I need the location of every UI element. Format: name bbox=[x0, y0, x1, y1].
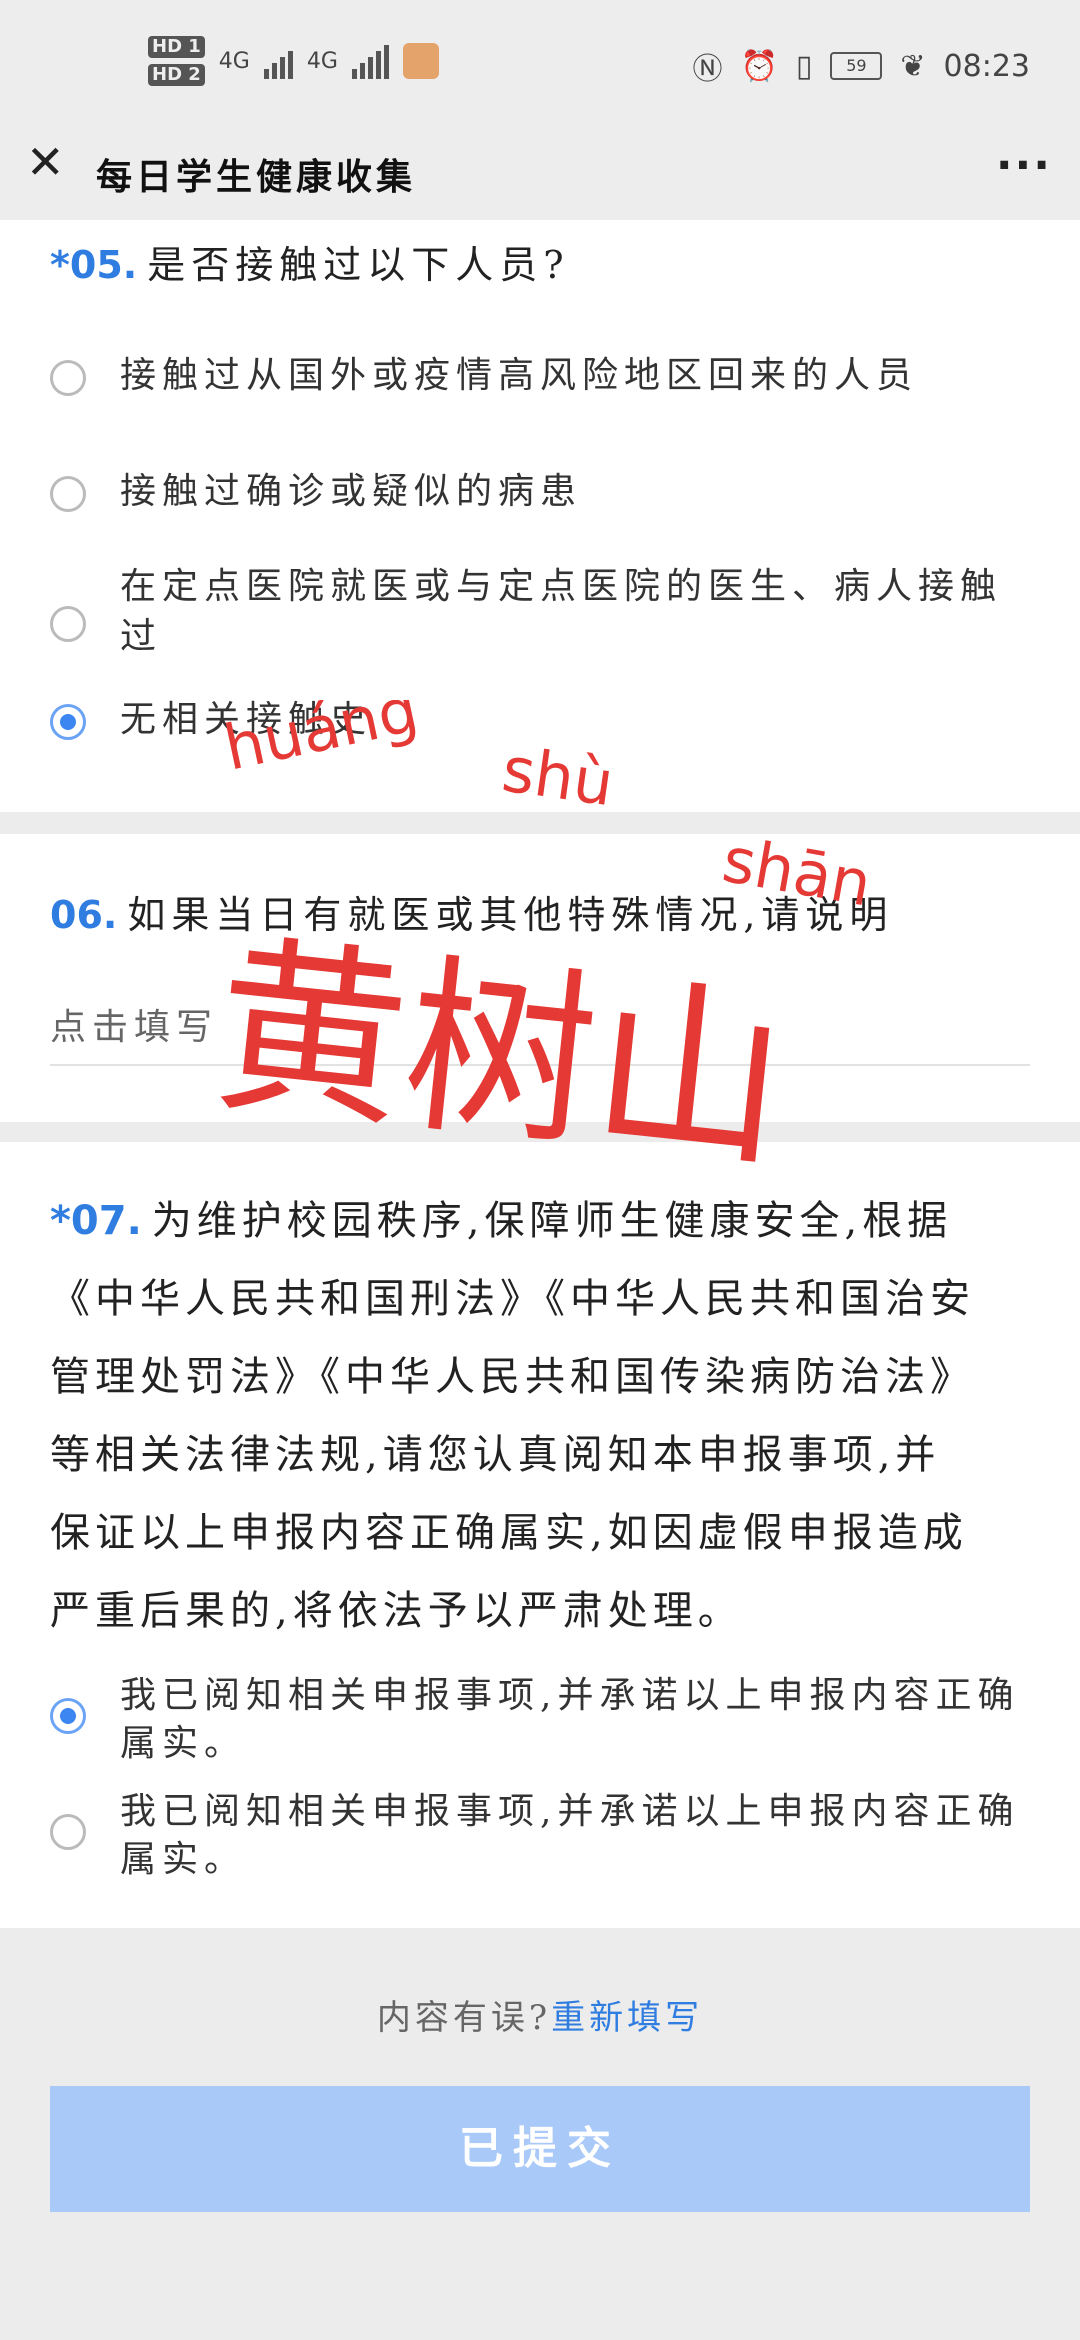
question-07-number: *07. bbox=[50, 1198, 142, 1244]
statement-line-1: *07. 为维护校园秩序,保障师生健康安全,根据 bbox=[50, 1182, 1040, 1260]
hd2-badge: HD 2 bbox=[148, 64, 205, 86]
statement-line-1-text: 为维护校园秩序,保障师生健康安全,根据 bbox=[151, 1198, 953, 1244]
more-options-icon[interactable]: ··· bbox=[996, 140, 1052, 191]
q05-option-3[interactable]: 在定点医院就医或与定点医院的医生、病人接触过 bbox=[50, 562, 1040, 662]
q06-input[interactable]: 点击填写 bbox=[50, 998, 1030, 1066]
q05-option-3-label: 在定点医院就医或与定点医院的医生、病人接触过 bbox=[120, 566, 1003, 657]
network-label-1: 4G bbox=[218, 48, 250, 74]
q07-option-1-label: 我已阅知相关申报事项,并承诺以上申报内容正确属实。 bbox=[120, 1675, 1020, 1764]
network-label-2: 4G bbox=[306, 48, 338, 74]
radio-button[interactable] bbox=[50, 360, 86, 396]
signal-icon-2 bbox=[351, 43, 389, 79]
status-right: Ⓝ ⏰ ▯ 59 ❦ 08:23 bbox=[693, 44, 1030, 88]
question-05-title: *05. 是否接触过以下人员? bbox=[50, 234, 570, 289]
q05-option-2[interactable]: 接触过确诊或疑似的病患 bbox=[50, 468, 1040, 516]
statement-line-4: 等相关法律法规,请您认真阅知本申报事项,并 bbox=[50, 1432, 941, 1478]
q05-option-4[interactable]: 无相关接触史 bbox=[50, 696, 1040, 744]
radio-button[interactable] bbox=[50, 1814, 86, 1850]
statement-line-5: 保证以上申报内容正确属实,如因虚假申报造成 bbox=[50, 1510, 968, 1556]
battery-icon: 59 bbox=[830, 52, 883, 80]
q05-option-2-label: 接触过确诊或疑似的病患 bbox=[120, 471, 583, 512]
edit-prompt-text: 内容有误? bbox=[376, 1998, 552, 2038]
question-05-number: *05. bbox=[50, 243, 138, 287]
q05-option-1-label: 接触过从国外或疫情高风险地区回来的人员 bbox=[120, 355, 919, 396]
statement-line-2: 《中华人民共和国刑法》《中华人民共和国治安 bbox=[50, 1276, 975, 1322]
question-07-statement: *07. 为维护校园秩序,保障师生健康安全,根据 《中华人民共和国刑法》《中华人民… bbox=[50, 1182, 1040, 1650]
q05-option-1[interactable]: 接触过从国外或疫情高风险地区回来的人员 bbox=[50, 352, 1040, 400]
top-bar: ✕ 每日学生健康收集 ··· bbox=[0, 120, 1080, 220]
refill-link[interactable]: 重新填写 bbox=[551, 1998, 703, 2038]
radio-button[interactable] bbox=[50, 606, 86, 642]
status-left: HD 1 HD 2 4G 4G bbox=[148, 36, 439, 86]
edit-prompt: 内容有误?重新填写 bbox=[0, 1990, 1080, 2039]
battery-level: 59 bbox=[846, 56, 867, 75]
question-05-text: 是否接触过以下人员? bbox=[147, 243, 570, 287]
page-title: 每日学生健康收集 bbox=[96, 157, 417, 198]
question-06-title: 06. 如果当日有就医或其他特殊情况,请说明 bbox=[50, 884, 893, 939]
nfc-icon: Ⓝ bbox=[692, 52, 723, 87]
question-05-card: *05. 是否接触过以下人员? 接触过从国外或疫情高风险地区回来的人员 接触过确诊… bbox=[0, 220, 1080, 812]
question-06-card: 06. 如果当日有就医或其他特殊情况,请说明 点击填写 bbox=[0, 834, 1080, 1122]
question-06-number: 06. bbox=[50, 893, 118, 937]
statement-line-6: 严重后果的,将依法予以严肃处理。 bbox=[50, 1588, 743, 1634]
clock: 08:23 bbox=[943, 48, 1030, 84]
statement-line-3: 管理处罚法》《中华人民共和国传染病防治法》 bbox=[50, 1354, 975, 1400]
hd1-badge: HD 1 bbox=[148, 36, 205, 58]
radio-button-checked[interactable] bbox=[50, 1698, 86, 1734]
close-icon[interactable]: ✕ bbox=[26, 139, 66, 185]
hd-indicator: HD 1 HD 2 bbox=[148, 36, 205, 86]
submit-button[interactable]: 已提交 bbox=[50, 2086, 1030, 2212]
q07-option-2[interactable]: 我已阅知相关申报事项,并承诺以上申报内容正确属实。 bbox=[50, 1788, 1040, 1884]
q07-option-1[interactable]: 我已阅知相关申报事项,并承诺以上申报内容正确属实。 bbox=[50, 1672, 1040, 1768]
radio-button-checked[interactable] bbox=[50, 704, 86, 740]
question-07-card: *07. 为维护校园秩序,保障师生健康安全,根据 《中华人民共和国刑法》《中华人民… bbox=[0, 1142, 1080, 1928]
leaf-icon: ❦ bbox=[900, 48, 926, 84]
q07-option-2-label: 我已阅知相关申报事项,并承诺以上申报内容正确属实。 bbox=[120, 1791, 1020, 1880]
radio-button[interactable] bbox=[50, 476, 86, 512]
q05-option-4-label: 无相关接触史 bbox=[120, 699, 373, 740]
alarm-icon: ⏰ bbox=[740, 48, 778, 84]
vibrate-icon: ▯ bbox=[795, 48, 813, 84]
app-notification-icon bbox=[402, 43, 439, 79]
status-bar: HD 1 HD 2 4G 4G Ⓝ ⏰ ▯ 59 ❦ 08:23 bbox=[0, 0, 1080, 120]
question-06-text: 如果当日有就医或其他特殊情况,请说明 bbox=[127, 893, 894, 937]
signal-icon bbox=[263, 43, 293, 79]
